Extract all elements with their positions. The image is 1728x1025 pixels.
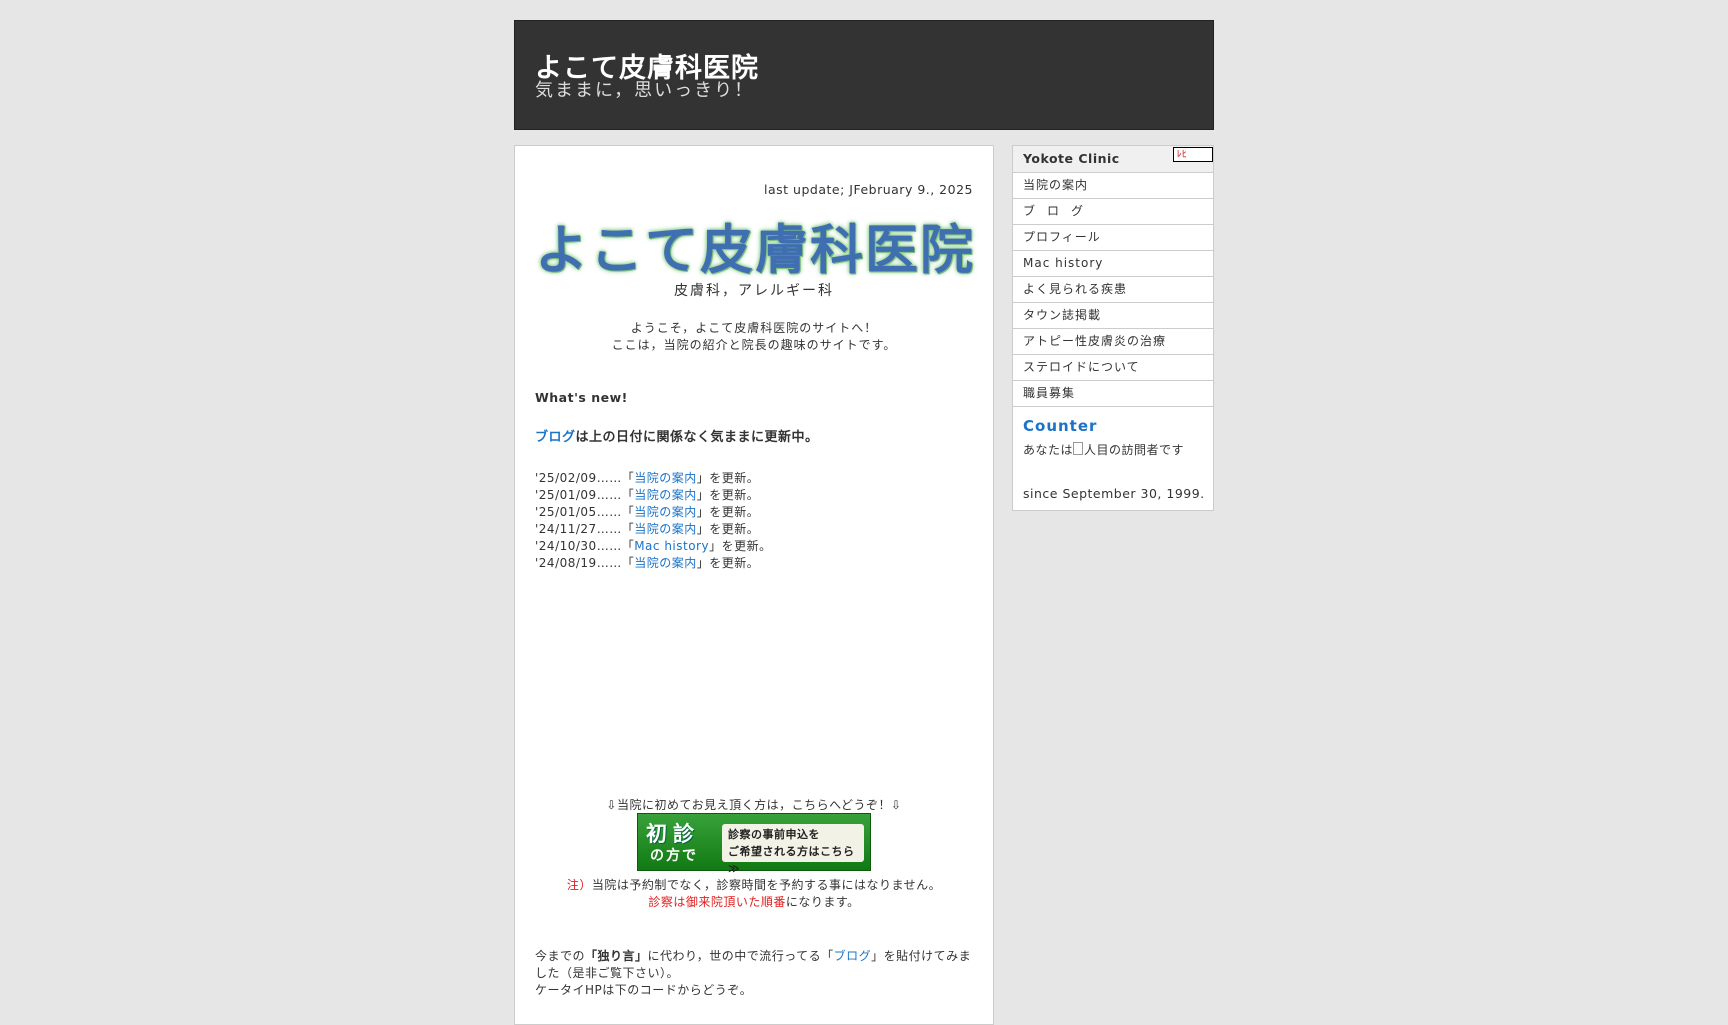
order-note: 診察は御来院頂いた順番になります。: [535, 893, 973, 910]
first-visit-lead: ⇩当院に初めてお見え頂く方は，こちらへどうぞ！⇩: [606, 798, 902, 812]
first-visit-big-text: 初診: [646, 822, 700, 846]
update-link[interactable]: Mac history: [634, 539, 709, 553]
note-text: 当院は予約制でなく，診察時間を予約する事にはなりません。: [591, 878, 942, 892]
update-item: '25/01/05……「当院の案内」を更新。: [535, 505, 760, 519]
sidebar-item-profile[interactable]: プロフィール: [1013, 225, 1213, 251]
sidebar: Yokote Clinic ﾚﾋ 当院の案内 ブログ プロフィール Mac hi…: [1012, 145, 1214, 511]
sidebar-item-town-magazine[interactable]: タウン誌掲載: [1013, 303, 1213, 329]
last-update: last update; JFebruary 9., 2025: [764, 182, 973, 197]
counter-line: あなたは 人目の訪問者です: [1023, 442, 1185, 457]
blog-lead: ブログは上の日付に関係なく気ままに更新中。: [535, 426, 819, 445]
hitorigoto: 「独り言」: [585, 949, 648, 963]
clinic-logo: よこて皮膚科医院: [535, 220, 975, 281]
update-link[interactable]: 当院の案内: [634, 488, 697, 502]
sidebar-item-atopy[interactable]: アトピー性皮膚炎の治療: [1013, 329, 1213, 355]
since-date: since September 30, 1999.: [1023, 486, 1205, 501]
sidebar-item-steroid[interactable]: ステロイドについて: [1013, 355, 1213, 381]
update-item: '25/02/09……「当院の案内」を更新。: [535, 471, 760, 485]
site-header: よこて皮膚科医院 気ままに，思いっきり！: [514, 20, 1214, 130]
update-item: '25/01/09……「当院の案内」を更新。: [535, 488, 760, 502]
reservation-note: 注）当院は予約制でなく，診察時間を予約する事にはなりません。: [535, 876, 973, 893]
order-note-rest: になります。: [785, 895, 860, 909]
order-note-red: 診察は御来院頂いた順番: [648, 895, 786, 909]
sidebar-header: Yokote Clinic ﾚﾋ: [1013, 146, 1213, 173]
update-link[interactable]: 当院の案内: [634, 556, 697, 570]
blog-link[interactable]: ブログ: [535, 430, 576, 445]
note-label: 注）: [566, 878, 592, 892]
mobile-hp-text: ケータイHPは下のコードからどうぞ。: [535, 983, 753, 997]
counter-image-alt: 人目の訪問者です: [1084, 443, 1185, 457]
update-item: '24/08/19……「当院の案内」を更新。: [535, 556, 760, 570]
departments: 皮膚科，アレルギー科: [674, 283, 834, 299]
mini-badge-icon: ﾚﾋ: [1173, 147, 1213, 162]
blog-intro: 今までの「独り言」に代わり，世の中で流行ってる「ブログ」を貼付けてみました（是非…: [535, 949, 972, 997]
blog-lead-text: は上の日付に関係なく気ままに更新中。: [575, 430, 819, 445]
broken-image-icon: [1073, 442, 1084, 455]
welcome-line-1: ようこそ，よこて皮膚科医院のサイトへ！: [630, 321, 878, 335]
sidebar-item-recruit[interactable]: 職員募集: [1013, 381, 1213, 407]
welcome-text: ようこそ，よこて皮膚科医院のサイトへ！ ここは，当院の紹介と院長の趣味のサイトで…: [535, 320, 973, 354]
sidebar-item-guide[interactable]: 当院の案内: [1013, 173, 1213, 199]
update-link[interactable]: 当院の案内: [634, 505, 697, 519]
counter-title: Counter: [1023, 417, 1098, 435]
main-content: last update; JFebruary 9., 2025 よこて皮膚科医院…: [514, 145, 994, 1025]
update-link[interactable]: 当院の案内: [634, 522, 697, 536]
update-link[interactable]: 当院の案内: [634, 471, 697, 485]
update-list: '25/02/09……「当院の案内」を更新。 '25/01/09……「当院の案内…: [535, 470, 772, 572]
sidebar-item-common-diseases[interactable]: よく見られる疾患: [1013, 277, 1213, 303]
sidebar-item-mac-history[interactable]: Mac history: [1013, 251, 1213, 277]
blog-link-bottom[interactable]: ブログ: [834, 949, 872, 963]
update-item: '24/11/27……「当院の案内」を更新。: [535, 522, 760, 536]
first-visit-box: 診察の事前申込を ご希望される方はこちら ≫: [722, 824, 864, 875]
welcome-line-2: ここは，当院の紹介と院長の趣味のサイトです。: [611, 338, 897, 352]
whats-new-heading: What's new!: [535, 390, 628, 405]
update-item: '24/10/30……「Mac history」を更新。: [535, 539, 772, 553]
sidebar-item-blog[interactable]: ブログ: [1013, 199, 1213, 225]
site-subtitle: 気ままに，思いっきり！: [535, 80, 755, 101]
first-visit-button[interactable]: 初診 の方で 診察の事前申込を ご希望される方はこちら ≫: [637, 813, 871, 875]
first-visit-small-text: の方で: [650, 848, 698, 864]
